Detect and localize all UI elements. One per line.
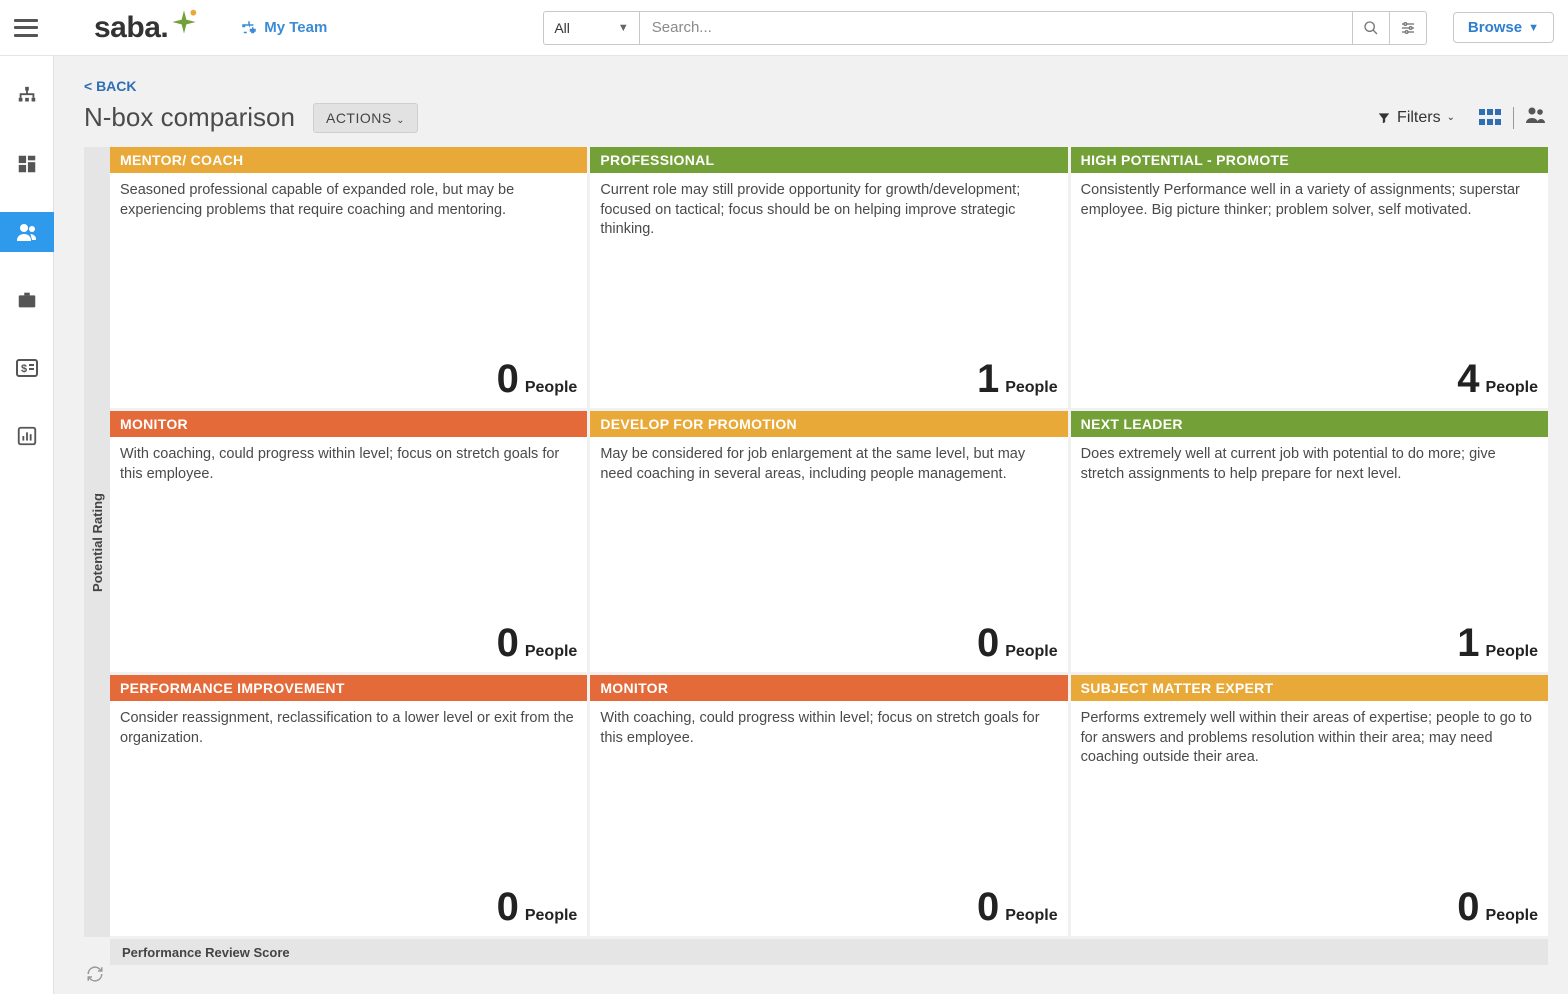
cell-count: 0 xyxy=(497,621,519,666)
my-team-label: My Team xyxy=(264,19,327,36)
nbox-cell-2-2[interactable]: SUBJECT MATTER EXPERT Performs extremely… xyxy=(1071,675,1548,936)
nbox-cell-2-1[interactable]: MONITOR With coaching, could progress wi… xyxy=(590,675,1067,936)
people-view-button[interactable] xyxy=(1524,105,1548,130)
cell-description: Does extremely well at current job with … xyxy=(1071,437,1548,492)
cell-count: 4 xyxy=(1457,357,1479,402)
cell-count: 0 xyxy=(977,885,999,930)
svg-text:$: $ xyxy=(21,363,27,375)
search-scope-value: All xyxy=(554,20,570,36)
sidebar-item-briefcase[interactable] xyxy=(0,280,54,320)
people-label: People xyxy=(1486,379,1538,397)
refresh-icon[interactable] xyxy=(86,965,104,988)
page-title: N-box comparison xyxy=(84,102,295,133)
filter-icon xyxy=(1377,111,1391,125)
grid-view-button[interactable] xyxy=(1479,109,1503,127)
people-label: People xyxy=(1005,907,1057,925)
sidebar-item-people[interactable] xyxy=(0,212,54,252)
my-team-link[interactable]: My Team xyxy=(240,19,327,37)
people-label: People xyxy=(525,643,577,661)
filter-settings-icon[interactable] xyxy=(1390,11,1427,45)
search-input[interactable] xyxy=(640,11,1353,45)
cell-title: PROFESSIONAL xyxy=(590,147,1067,173)
cell-count: 0 xyxy=(1457,885,1479,930)
nbox-cell-1-0[interactable]: MONITOR With coaching, could progress wi… xyxy=(110,411,587,672)
search-scope-dropdown[interactable]: All ▼ xyxy=(543,11,639,45)
browse-button[interactable]: Browse ▼ xyxy=(1453,12,1554,43)
logo-text: saba xyxy=(94,11,160,45)
filters-button[interactable]: Filters ⌄ xyxy=(1377,109,1455,127)
chevron-down-icon: ▼ xyxy=(618,22,629,34)
back-link[interactable]: < BACK xyxy=(84,56,1548,94)
cell-count: 1 xyxy=(1457,621,1479,666)
cell-title: DEVELOP FOR PROMOTION xyxy=(590,411,1067,437)
nbox-cell-0-1[interactable]: PROFESSIONAL Current role may still prov… xyxy=(590,147,1067,408)
nbox-cell-1-2[interactable]: NEXT LEADER Does extremely well at curre… xyxy=(1071,411,1548,672)
sidebar-item-org[interactable] xyxy=(0,76,54,116)
search-icon[interactable] xyxy=(1353,11,1390,45)
chevron-down-icon: ▼ xyxy=(1528,22,1539,34)
cell-title: HIGH POTENTIAL - PROMOTE xyxy=(1071,147,1548,173)
logo-mark-icon xyxy=(170,8,198,36)
cell-description: Performs extremely well within their are… xyxy=(1071,701,1548,776)
actions-label: ACTIONS xyxy=(326,110,392,126)
cell-title: MONITOR xyxy=(590,675,1067,701)
menu-icon[interactable] xyxy=(14,19,38,37)
cell-title: SUBJECT MATTER EXPERT xyxy=(1071,675,1548,701)
people-label: People xyxy=(1005,643,1057,661)
nbox-cell-1-1[interactable]: DEVELOP FOR PROMOTION May be considered … xyxy=(590,411,1067,672)
cell-count: 0 xyxy=(977,621,999,666)
cell-title: PERFORMANCE IMPROVEMENT xyxy=(110,675,587,701)
cell-description: With coaching, could progress within lev… xyxy=(590,701,1067,756)
cell-description: Consider reassignment, reclassification … xyxy=(110,701,587,756)
cell-description: Current role may still provide opportuni… xyxy=(590,173,1067,248)
sidebar-item-compensation[interactable]: $ xyxy=(0,348,54,388)
browse-label: Browse xyxy=(1468,19,1522,36)
cell-description: May be considered for job enlargement at… xyxy=(590,437,1067,492)
x-axis-label: Performance Review Score xyxy=(110,939,1548,965)
people-label: People xyxy=(1486,907,1538,925)
separator xyxy=(1513,107,1514,129)
cell-count: 0 xyxy=(497,885,519,930)
cell-description: Seasoned professional capable of expande… xyxy=(110,173,587,228)
nbox-cell-0-2[interactable]: HIGH POTENTIAL - PROMOTE Consistently Pe… xyxy=(1071,147,1548,408)
sidebar-item-dashboard[interactable] xyxy=(0,144,54,184)
y-axis-label: Potential Rating xyxy=(84,147,110,937)
cell-title: NEXT LEADER xyxy=(1071,411,1548,437)
filters-label: Filters xyxy=(1397,109,1441,127)
actions-button[interactable]: ACTIONS ⌄ xyxy=(313,103,418,133)
people-label: People xyxy=(1486,643,1538,661)
people-label: People xyxy=(525,907,577,925)
cell-count: 0 xyxy=(497,357,519,402)
left-sidebar: $ xyxy=(0,56,54,994)
chevron-down-icon: ⌄ xyxy=(396,115,405,126)
cell-title: MONITOR xyxy=(110,411,587,437)
cell-title: MENTOR/ COACH xyxy=(110,147,587,173)
brand-logo: saba. xyxy=(94,11,198,45)
nbox-cell-2-0[interactable]: PERFORMANCE IMPROVEMENT Consider reassig… xyxy=(110,675,587,936)
nbox-grid: MENTOR/ COACH Seasoned professional capa… xyxy=(110,147,1548,936)
chevron-down-icon: ⌄ xyxy=(1447,112,1455,123)
cell-description: Consistently Performance well in a varie… xyxy=(1071,173,1548,228)
cell-count: 1 xyxy=(977,357,999,402)
org-chart-icon xyxy=(240,19,258,37)
sidebar-item-analytics[interactable] xyxy=(0,416,54,456)
cell-description: With coaching, could progress within lev… xyxy=(110,437,587,492)
people-label: People xyxy=(525,379,577,397)
nbox-cell-0-0[interactable]: MENTOR/ COACH Seasoned professional capa… xyxy=(110,147,587,408)
people-label: People xyxy=(1005,379,1057,397)
